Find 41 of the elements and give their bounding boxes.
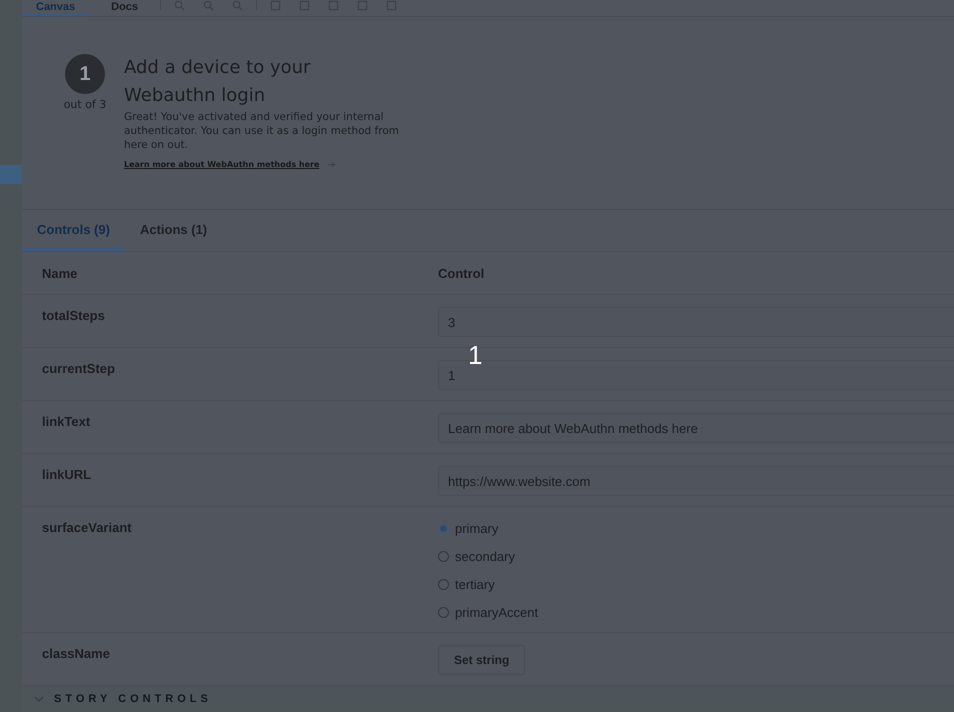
control-name: className bbox=[42, 646, 110, 661]
tool-icon[interactable] bbox=[270, 0, 282, 11]
text-field[interactable]: Learn more about WebAuthn methods here bbox=[438, 413, 954, 443]
card-title: Add a device to your Webauthn login bbox=[124, 56, 312, 108]
arrow-right-icon bbox=[327, 161, 336, 168]
step-caption: out of 3 bbox=[64, 98, 106, 111]
tool-icon[interactable] bbox=[357, 0, 368, 11]
learn-more-link[interactable]: Learn more about WebAuthn methods here bbox=[124, 160, 320, 169]
column-header: Control bbox=[438, 266, 486, 280]
text-field[interactable]: 3 bbox=[438, 307, 954, 337]
radio-button[interactable] bbox=[438, 607, 449, 618]
tool-icon[interactable] bbox=[328, 0, 340, 11]
control-name: currentStep bbox=[42, 361, 115, 376]
section-toggle[interactable]: STORY CONTROLS bbox=[54, 693, 212, 705]
chevron-down-icon[interactable] bbox=[34, 696, 44, 702]
text-field[interactable]: https://www.website.com bbox=[438, 466, 954, 496]
radio-option[interactable]: secondary bbox=[438, 547, 954, 566]
radio-button[interactable] bbox=[438, 551, 449, 562]
control-name: linkText bbox=[42, 414, 90, 429]
zoom-icon[interactable] bbox=[174, 0, 186, 11]
view-tab[interactable]: Docs bbox=[97, 0, 152, 16]
radio-option[interactable]: primaryAccent bbox=[438, 603, 954, 622]
zoom-icon[interactable] bbox=[232, 0, 244, 11]
radio-option[interactable]: tertiary bbox=[438, 575, 954, 594]
control-name: totalSteps bbox=[42, 308, 105, 323]
radio-button[interactable] bbox=[438, 579, 449, 590]
panel-tab[interactable]: Controls (9) bbox=[22, 210, 125, 251]
zoom-icon[interactable] bbox=[203, 0, 214, 11]
step-number: 1 bbox=[65, 54, 105, 94]
sidebar-selection bbox=[0, 165, 22, 184]
column-header: Name bbox=[41, 266, 78, 280]
panel-tab[interactable]: Actions (1) bbox=[124, 210, 222, 251]
control-name: surfaceVariant bbox=[42, 520, 132, 535]
tool-icon[interactable] bbox=[299, 0, 310, 11]
set-string-button[interactable]: Set string bbox=[438, 645, 526, 675]
control-name: linkURL bbox=[42, 467, 92, 482]
radio-option[interactable]: primary bbox=[438, 519, 954, 538]
radio-button[interactable] bbox=[438, 523, 449, 534]
card-description: Great! You've activated and verified your internal authenticator. You can use it as a login method from here on out. bbox=[124, 110, 400, 152]
tool-icon[interactable] bbox=[386, 0, 398, 11]
view-tab[interactable]: Canvas bbox=[22, 0, 90, 16]
